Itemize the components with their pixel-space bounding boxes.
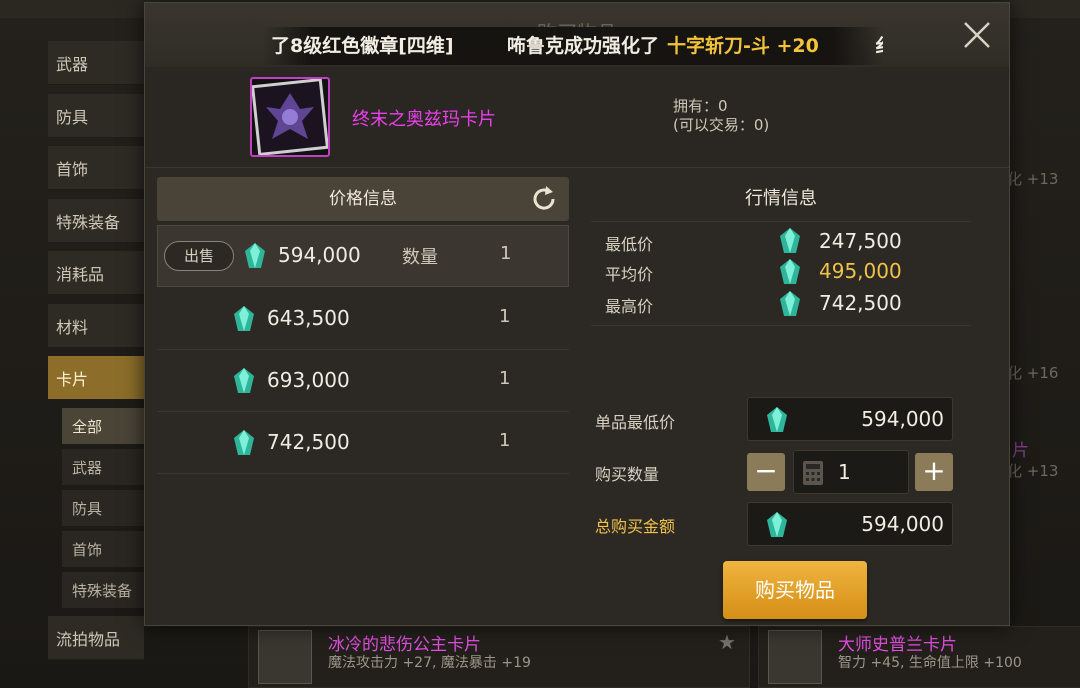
- item-summary: 终末之奥兹玛卡片 拥有：0 (可以交易：0): [145, 67, 1009, 168]
- price-info-panel: 价格信息 出售 594,000 数量 1 643,500 1 693,000 1…: [157, 177, 569, 617]
- max-price-value: 742,500: [819, 291, 902, 315]
- total-amount-value: 594,000: [861, 512, 944, 536]
- category-consumables[interactable]: 消耗品: [48, 251, 144, 295]
- owned-info: 拥有：0 (可以交易：0): [673, 97, 769, 135]
- gem-currency-icon: [234, 306, 254, 331]
- increase-quantity-button[interactable]: +: [915, 453, 953, 491]
- divider: [591, 325, 971, 326]
- listing-row[interactable]: 643,500 1: [157, 287, 569, 350]
- listing-price: 742,500: [267, 430, 350, 454]
- gem-currency-icon: [780, 291, 800, 316]
- subcategory-accessories[interactable]: 首饰: [62, 531, 144, 567]
- listing-quantity: 1: [499, 368, 511, 389]
- ticker-highlight: 十字斩刀-斗 +20: [667, 35, 819, 57]
- category-unsold-items[interactable]: 流拍物品: [48, 616, 144, 660]
- gem-currency-icon: [767, 512, 787, 537]
- unit-price-label: 单品最低价: [595, 413, 676, 432]
- price-info-header: 价格信息: [157, 177, 569, 221]
- quantity-input[interactable]: 1: [793, 450, 909, 494]
- subcategory-weapons[interactable]: 武器: [62, 449, 144, 485]
- card-thumbnail: [768, 630, 822, 684]
- listing-price: 693,000: [267, 368, 350, 392]
- avg-price-value: 495,000: [819, 259, 902, 283]
- card-art-icon: [250, 77, 330, 157]
- gem-currency-icon: [767, 407, 787, 432]
- subcategory-armor[interactable]: 防具: [62, 490, 144, 526]
- listing-price: 594,000: [278, 243, 361, 267]
- listing-row[interactable]: 693,000 1: [157, 349, 569, 412]
- price-info-title: 价格信息: [329, 189, 397, 209]
- sell-badge: 出售: [164, 241, 234, 271]
- bg-item-text: 片: [1012, 441, 1029, 461]
- ticker-message: 纟: [875, 27, 883, 65]
- unit-price-field: 594,000: [747, 397, 953, 441]
- category-special-equipment[interactable]: 特殊装备: [48, 199, 144, 243]
- decrease-quantity-button[interactable]: −: [747, 453, 785, 491]
- quantity-value: 1: [838, 460, 851, 484]
- category-accessories[interactable]: 首饰: [48, 146, 144, 190]
- card-thumbnail: [258, 630, 312, 684]
- refresh-icon[interactable]: [529, 184, 559, 214]
- listing-quantity: 1: [499, 306, 511, 327]
- subcategory-all[interactable]: 全部: [62, 408, 144, 444]
- quantity-label: 数量: [402, 247, 438, 268]
- avg-price-label: 平均价: [605, 265, 654, 284]
- gem-currency-icon: [780, 228, 800, 253]
- market-info-panel: 行情信息 最低价 247,500 平均价 495,000 最高价 742,500…: [591, 177, 971, 619]
- ticker-message: 了8级红色徽章[四维]: [271, 35, 454, 57]
- item-name: 终末之奥兹玛卡片: [352, 109, 496, 130]
- close-button[interactable]: [957, 15, 997, 55]
- buy-item-button[interactable]: 购买物品: [723, 561, 867, 619]
- total-amount-field: 594,000: [747, 502, 953, 546]
- owned-count: 拥有：0: [673, 97, 728, 115]
- announcement-ticker: 了8级红色徽章[四维] 咘鲁克成功强化了 十字斩刀-斗 +20 纟: [263, 27, 883, 65]
- category-armor[interactable]: 防具: [48, 94, 144, 138]
- gem-currency-icon: [234, 430, 254, 455]
- gem-currency-icon: [780, 259, 800, 284]
- listing-quantity: 1: [499, 430, 511, 451]
- purchase-quantity-label: 购买数量: [595, 465, 660, 484]
- star-icon[interactable]: ★: [718, 630, 736, 654]
- listing-row[interactable]: 742,500 1: [157, 411, 569, 474]
- gem-currency-icon: [234, 368, 254, 393]
- bg-card-stats: 智力 +45, 生命值上限 +100: [838, 655, 1022, 671]
- category-cards[interactable]: 卡片: [48, 356, 144, 400]
- min-price-label: 最低价: [605, 235, 654, 254]
- total-amount-label: 总购买金额: [595, 517, 676, 536]
- listing-row[interactable]: 出售 594,000 数量 1: [157, 225, 569, 287]
- calculator-icon[interactable]: [802, 460, 824, 486]
- ticker-message: 咘鲁克成功强化了: [507, 35, 660, 57]
- gem-currency-icon: [245, 243, 265, 268]
- category-weapons[interactable]: 武器: [48, 41, 144, 85]
- purchase-dialog: 购买物品 了8级红色徽章[四维] 咘鲁克成功强化了 十字斩刀-斗 +20 纟 终…: [144, 2, 1010, 626]
- subcategory-special-equipment[interactable]: 特殊装备: [62, 572, 144, 608]
- card-image: [250, 77, 330, 157]
- listing-price: 643,500: [267, 306, 350, 330]
- category-materials[interactable]: 材料: [48, 304, 144, 348]
- listing-quantity: 1: [500, 243, 512, 264]
- min-price-value: 247,500: [819, 229, 902, 253]
- bg-card-stats: 魔法攻击力 +27, 魔法暴击 +19: [328, 655, 531, 671]
- close-icon: [964, 22, 990, 48]
- tradable-count: (可以交易：0): [673, 116, 770, 134]
- unit-price-value: 594,000: [861, 407, 944, 431]
- max-price-label: 最高价: [605, 297, 654, 316]
- market-info-header: 行情信息: [591, 177, 971, 222]
